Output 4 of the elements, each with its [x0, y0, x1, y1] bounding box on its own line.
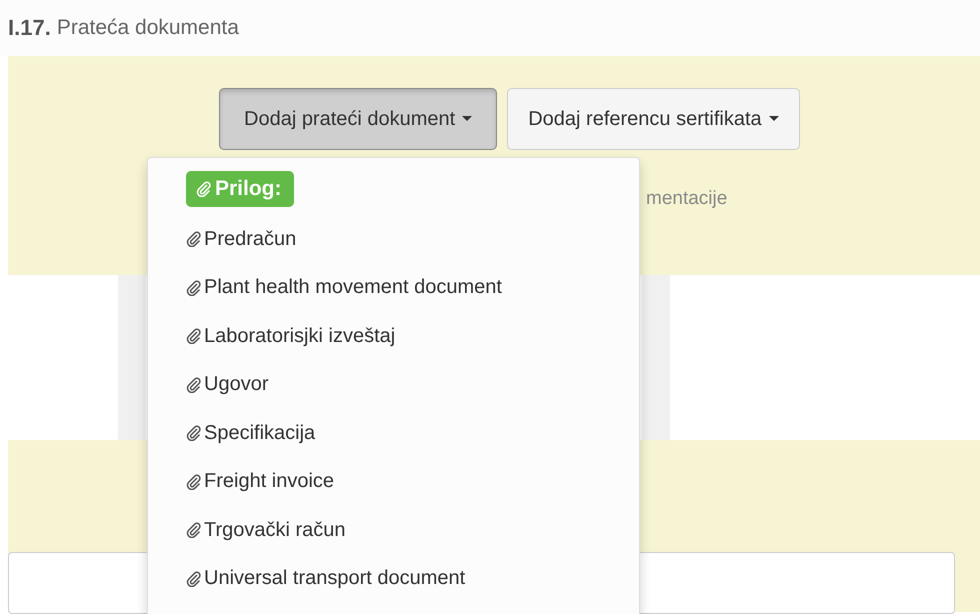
section-title: Prateća dokumenta	[56, 16, 239, 40]
section-number: I.17.	[8, 15, 51, 41]
attachment-label: Prilog:	[186, 171, 294, 207]
panel-note: mentacije	[646, 188, 728, 209]
